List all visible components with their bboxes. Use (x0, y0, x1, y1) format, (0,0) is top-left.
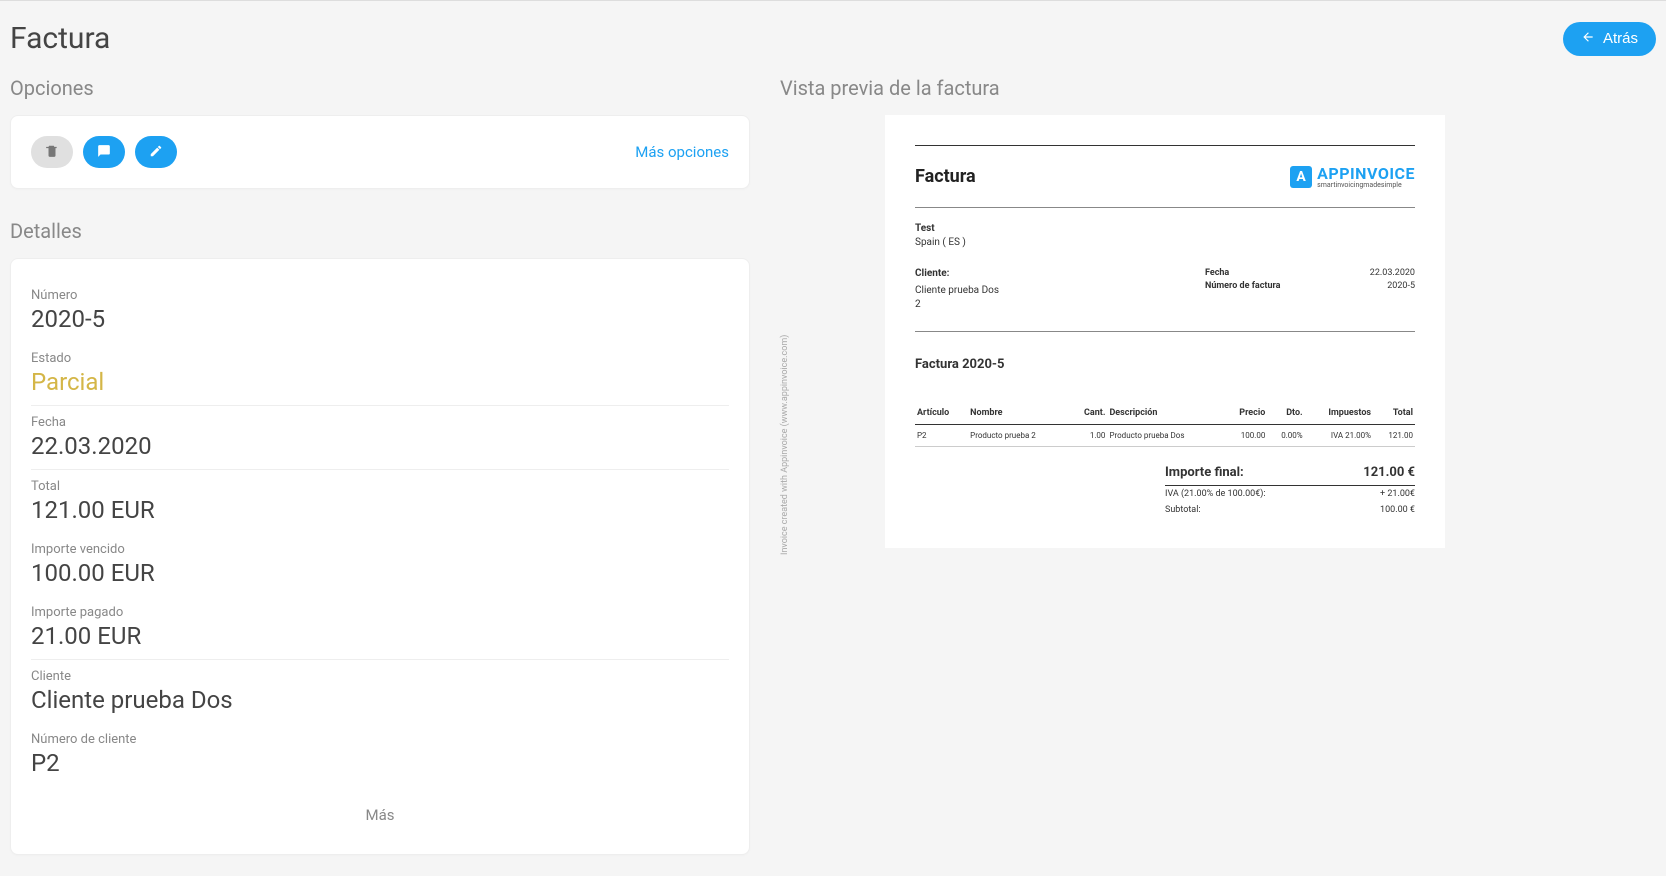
total-label: Total (31, 479, 729, 494)
meta-invnum-value: 2020-5 (1355, 281, 1415, 291)
invoice-totals: Importe final: 121.00 € IVA (21.00% de 1… (1165, 462, 1415, 518)
date-value: 22.03.2020 (31, 432, 729, 460)
details-card: Número 2020-5 Estado Parcial Fecha 22.03… (10, 258, 750, 855)
invoice-preview: Factura A APPINVOICE smartinvoicingmades… (885, 115, 1445, 548)
preview-client-number: 2 (915, 299, 999, 310)
back-button-label: Atrás (1603, 30, 1638, 47)
delete-button[interactable] (31, 136, 73, 168)
total-value: 121.00 EUR (31, 496, 729, 524)
number-label: Número (31, 288, 729, 303)
app-logo: A APPINVOICE smartinvoicingmadesimple (1290, 164, 1415, 189)
chat-icon (97, 144, 111, 161)
invoice-items-table: Artículo Nombre Cant. Descripción Precio… (915, 402, 1415, 447)
preview-watermark: Invoice created with Appinvoice (www.app… (780, 335, 790, 555)
preview-client-name: Cliente prueba Dos (915, 285, 999, 296)
subtotal-label: Subtotal: (1165, 505, 1201, 515)
meta-date-value: 22.03.2020 (1355, 268, 1415, 278)
th-discount: Dto. (1267, 402, 1304, 425)
subtotal-value: 100.00 € (1380, 505, 1415, 515)
th-tax: Impuestos (1305, 402, 1373, 425)
number-value: 2020-5 (31, 305, 729, 333)
status-value: Parcial (31, 368, 729, 396)
sender-name: Test (915, 223, 1415, 234)
client-label: Cliente (31, 669, 729, 684)
client-number-label: Número de cliente (31, 732, 729, 747)
more-options-link[interactable]: Más opciones (635, 143, 729, 161)
th-name: Nombre (968, 402, 1070, 425)
final-label: Importe final: (1165, 465, 1244, 480)
date-label: Fecha (31, 415, 729, 430)
back-button[interactable]: Atrás (1563, 22, 1656, 56)
td-article: P2 (915, 425, 968, 447)
th-price: Precio (1223, 402, 1267, 425)
th-desc: Descripción (1107, 402, 1223, 425)
client-heading: Cliente: (915, 268, 999, 279)
invoice-heading: Factura 2020-5 (915, 357, 1415, 372)
td-desc: Producto prueba Dos (1107, 425, 1223, 447)
client-value: Cliente prueba Dos (31, 686, 729, 714)
paid-value: 21.00 EUR (31, 622, 729, 650)
details-section-title: Detalles (10, 219, 750, 243)
iva-value: + 21.00€ (1380, 489, 1415, 499)
iva-label: IVA (21.00% de 100.00€): (1165, 489, 1266, 499)
due-label: Importe vencido (31, 542, 729, 557)
app-logo-subtitle: smartinvoicingmadesimple (1317, 181, 1415, 189)
meta-date-label: Fecha (1205, 268, 1315, 278)
preview-section-title: Vista previa de la factura (780, 76, 1656, 100)
client-number-value: P2 (31, 749, 729, 777)
edit-button[interactable] (135, 136, 177, 168)
pencil-icon (149, 144, 163, 161)
td-qty: 1.00 (1070, 425, 1107, 447)
options-card: Más opciones (10, 115, 750, 189)
due-value: 100.00 EUR (31, 559, 729, 587)
arrow-left-icon (1581, 30, 1595, 48)
status-label: Estado (31, 351, 729, 366)
td-total: 121.00 (1373, 425, 1415, 447)
meta-invnum-label: Número de factura (1205, 281, 1315, 291)
trash-icon (45, 144, 59, 161)
page-title: Factura (10, 21, 110, 56)
th-article: Artículo (915, 402, 968, 425)
final-value: 121.00 € (1363, 465, 1415, 480)
paid-label: Importe pagado (31, 605, 729, 620)
th-qty: Cant. (1070, 402, 1107, 425)
app-logo-icon: A (1290, 166, 1312, 188)
td-price: 100.00 (1223, 425, 1267, 447)
invoice-title: Factura (915, 166, 976, 187)
td-tax: IVA 21.00% (1305, 425, 1373, 447)
table-row: P2 Producto prueba 2 1.00 Producto prueb… (915, 425, 1415, 447)
td-discount: 0.00% (1267, 425, 1304, 447)
sender-country: Spain ( ES ) (915, 237, 1415, 248)
comment-button[interactable] (83, 136, 125, 168)
td-name: Producto prueba 2 (968, 425, 1070, 447)
more-details-link[interactable]: Más (31, 806, 729, 824)
th-total: Total (1373, 402, 1415, 425)
options-section-title: Opciones (10, 76, 750, 100)
